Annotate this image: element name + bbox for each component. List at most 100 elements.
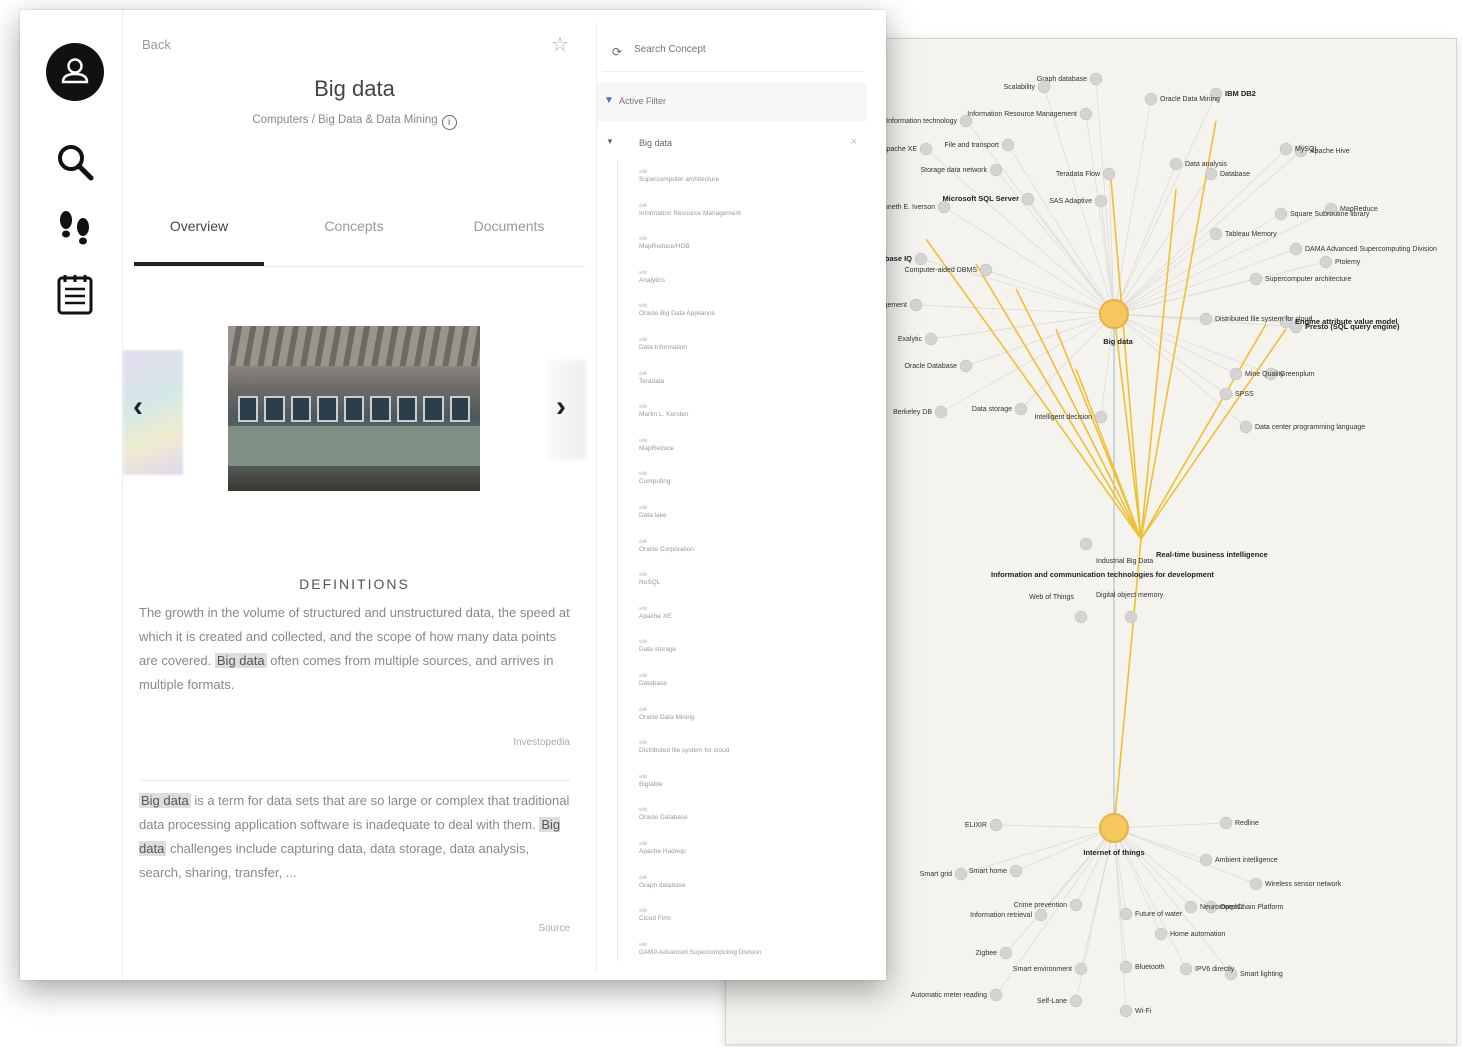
filter-list-item[interactable]: wiki Supercomputer architecture [639,169,859,183]
concept-image[interactable] [228,326,480,491]
graph-node[interactable] [1034,908,1048,922]
favorite-star-icon[interactable]: ☆ [551,32,569,57]
filter-list-item[interactable]: wiki MapReduce/HDB [639,236,859,250]
concept-search-input[interactable] [632,43,856,56]
filter-list-item[interactable]: wiki Computing [639,471,859,485]
graph-node[interactable] [1074,610,1088,624]
filter-list-item[interactable]: wiki Oracle Database [639,807,859,821]
graph-node[interactable] [1154,927,1168,941]
graph-node[interactable] [1119,960,1133,974]
remove-filter-icon[interactable]: × [851,136,857,148]
notepad-nav-button[interactable] [53,272,97,316]
graph-node[interactable] [1119,1004,1133,1018]
back-link[interactable]: Back [142,37,171,52]
filter-list-item[interactable]: wiki Data Information [639,337,859,351]
filter-list-item[interactable]: wiki Data lake [639,505,859,519]
graph-node[interactable] [1124,610,1138,624]
big-data-node[interactable] [1099,299,1129,329]
filter-list-item[interactable]: wiki Teradata [639,371,859,385]
filter-list-item[interactable]: wiki Oracle Big Data Appliance [639,303,859,317]
search-nav-button[interactable] [53,140,97,184]
graph-node[interactable] [1144,92,1158,106]
graph-node[interactable] [1079,537,1093,551]
graph-node[interactable] [1229,367,1243,381]
selected-concept-row[interactable]: ▼ Big data × [597,133,867,157]
tab-concepts[interactable]: Concepts [309,218,399,234]
graph-node[interactable] [1074,962,1088,976]
internet-of-things-node[interactable] [1099,813,1129,843]
graph-node[interactable] [1319,255,1333,269]
footsteps-nav-button[interactable] [53,206,97,250]
filter-list-item[interactable]: wiki Oracle Data Mining [639,707,859,721]
graph-node[interactable] [979,263,993,277]
graph-node[interactable] [1009,864,1023,878]
tab-overview[interactable]: Overview [154,218,244,234]
graph-node[interactable] [1102,167,1116,181]
graph-node[interactable] [1219,816,1233,830]
filter-list-item[interactable]: wiki Oracle Corporation [639,539,859,553]
graph-node[interactable] [919,142,933,156]
user-avatar-button[interactable] [46,43,104,101]
definition-2-source[interactable]: Source [538,923,570,934]
graph-node[interactable] [1179,962,1193,976]
carousel-next-image[interactable] [548,360,586,460]
filter-list-item[interactable]: wiki MapReduce [639,438,859,452]
graph-node[interactable] [1094,194,1108,208]
filter-list-item[interactable]: wiki Information Resource Management [639,203,859,217]
filter-list-item[interactable]: wiki Data storage [639,639,859,653]
graph-node[interactable] [989,818,1003,832]
graph-node[interactable] [1069,994,1083,1008]
graph-node[interactable] [1209,227,1223,241]
graph-node[interactable] [909,298,923,312]
graph-node[interactable] [1079,107,1093,121]
breadcrumb-text[interactable]: Computers / Big Data & Data Mining [252,114,437,126]
graph-node[interactable] [1089,72,1103,86]
graph-node[interactable] [1279,142,1293,156]
graph-node[interactable] [924,332,938,346]
graph-node[interactable] [989,163,1003,177]
graph-node[interactable] [1204,167,1218,181]
graph-node[interactable] [914,252,928,266]
chevron-right-icon[interactable]: › [556,390,566,424]
graph-node[interactable] [1199,312,1213,326]
filter-list-item[interactable]: wiki Bigtable [639,774,859,788]
graph-node[interactable] [1199,853,1213,867]
filter-list-item[interactable]: wiki Apache Hadoop [639,841,859,855]
tab-documents[interactable]: Documents [454,218,564,234]
filter-list-item[interactable]: wiki Graph database [639,875,859,889]
graph-node[interactable] [1021,192,1035,206]
filter-list-item[interactable]: wiki Analytics [639,270,859,284]
graph-node[interactable] [1001,138,1015,152]
graph-node[interactable] [1069,898,1083,912]
chevron-left-icon[interactable]: ‹ [133,390,143,424]
graph-node[interactable] [1184,900,1198,914]
graph-node[interactable] [954,867,968,881]
filter-list-item[interactable]: wiki Cloud Firm [639,908,859,922]
filter-list-item[interactable]: wiki NoSQL [639,572,859,586]
graph-node[interactable] [1289,242,1303,256]
graph-node[interactable] [1249,877,1263,891]
caret-down-icon[interactable]: ▼ [606,137,614,146]
filter-list-item[interactable]: wiki Martin L. Kersten [639,404,859,418]
graph-node[interactable] [1094,410,1108,424]
graph-node[interactable] [1274,207,1288,221]
graph-node[interactable] [959,359,973,373]
graph-node[interactable] [1249,272,1263,286]
info-icon[interactable]: i [441,115,457,130]
definition-1-source[interactable]: Investopedia [513,737,570,748]
graph-node[interactable] [1239,420,1253,434]
filter-list-item[interactable]: wiki DAMA Advanced Supercomputing Divisio… [639,942,859,956]
carousel-previous-image[interactable] [123,350,183,475]
filter-list-item[interactable]: wiki Distributed file system for cloud [639,740,859,754]
graph-node[interactable] [934,405,948,419]
graph-node[interactable] [999,946,1013,960]
concept-search[interactable]: ⟳ [602,35,864,72]
graph-node[interactable] [1219,387,1233,401]
graph-node[interactable] [1169,157,1183,171]
graph-node[interactable] [989,988,1003,1002]
graph-node[interactable] [1119,907,1133,921]
filter-list-item[interactable]: wiki Database [639,673,859,687]
graph-node[interactable] [1014,402,1028,416]
active-filter-header[interactable]: ▼ Active Filter [597,83,867,121]
filter-list-item[interactable]: wiki Apache XE [639,606,859,620]
